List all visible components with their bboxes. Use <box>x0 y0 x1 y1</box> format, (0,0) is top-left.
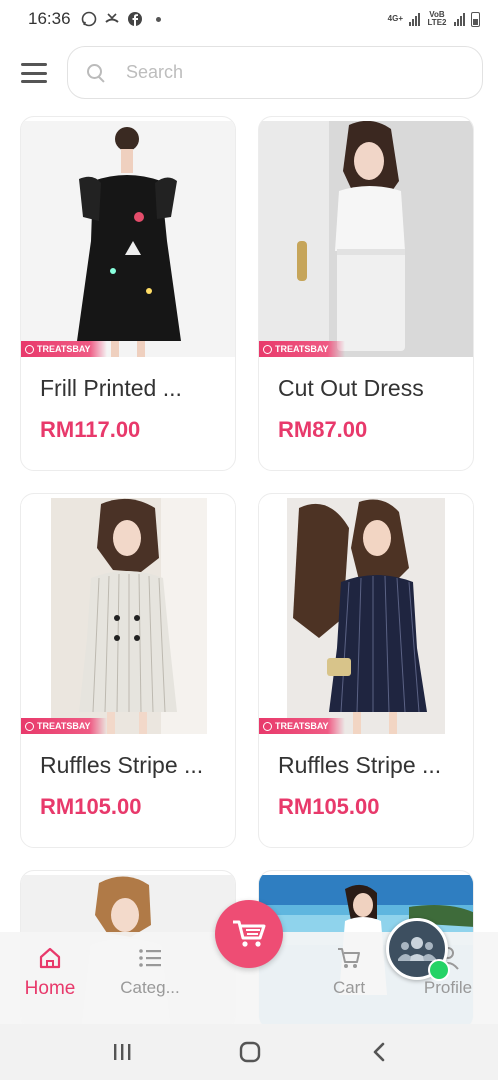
product-card[interactable]: TREATSBAY Frill Printed ... RM117.00 <box>20 116 236 471</box>
product-card[interactable]: TREATSBAY Cut Out Dress RM87.00 <box>258 116 474 471</box>
product-price: RM105.00 <box>278 794 380 819</box>
nav-cart-label: Cart <box>332 978 366 997</box>
group-icon <box>398 937 436 961</box>
network-lte-label: VoB LTE2 <box>427 10 447 27</box>
cart-fab-button[interactable] <box>215 900 283 968</box>
search-icon <box>86 63 106 83</box>
home-button-icon[interactable] <box>236 1038 264 1066</box>
product-card[interactable]: TREATSBAY Ruffles Stripe ... RM105.00 <box>20 493 236 848</box>
brand-badge: TREATSBAY <box>259 718 345 734</box>
nav-home-label: Home <box>24 978 76 999</box>
recent-apps-icon[interactable] <box>108 1038 136 1066</box>
chat-bubble-button[interactable] <box>386 918 450 981</box>
cart-icon <box>233 920 266 947</box>
product-image: TREATSBAY <box>21 498 235 734</box>
status-time: 16:36 <box>28 9 71 28</box>
product-image: TREATSBAY <box>21 121 235 357</box>
product-grid: TREATSBAY Frill Printed ... RM117.00 TRE… <box>20 116 474 1030</box>
product-name: Frill Printed ... <box>40 375 182 401</box>
product-image: TREATSBAY <box>259 498 473 734</box>
product-name: Ruffles Stripe ... <box>278 752 442 778</box>
nav-profile-label: Profile <box>423 978 473 997</box>
brand-badge: TREATSBAY <box>21 341 107 357</box>
product-price: RM87.00 <box>278 417 368 442</box>
home-icon <box>36 944 64 972</box>
facebook-icon <box>127 11 144 28</box>
brand-badge: TREATSBAY <box>259 341 345 357</box>
status-left: 16:36 <box>28 9 161 29</box>
product-price: RM105.00 <box>40 794 142 819</box>
product-image: TREATSBAY <box>259 121 473 357</box>
system-nav-bar <box>0 1024 498 1080</box>
back-icon[interactable] <box>366 1038 394 1066</box>
product-price: RM117.00 <box>40 417 141 442</box>
whatsapp-icon <box>81 11 98 28</box>
list-icon <box>136 944 164 972</box>
nav-categories-label: Categ... <box>120 978 180 997</box>
cart-icon <box>335 944 363 972</box>
nav-home[interactable]: Home <box>20 932 80 1024</box>
nav-categories[interactable]: Categ... <box>112 932 188 1024</box>
battery-icon <box>471 11 480 27</box>
network-4g-label: 4G+ <box>387 14 403 23</box>
status-bar: 16:36 4G+ VoB LTE2 <box>0 0 498 38</box>
status-right: 4G+ VoB LTE2 <box>388 11 480 27</box>
notification-dot <box>155 16 161 22</box>
product-name: Cut Out Dress <box>278 375 424 401</box>
nav-cart[interactable]: Cart <box>326 932 372 1024</box>
search-input[interactable] <box>126 62 466 83</box>
signal-icon <box>409 12 420 26</box>
product-card[interactable]: TREATSBAY Ruffles Stripe ... RM105.00 <box>258 493 474 848</box>
whatsapp-icon <box>428 959 450 981</box>
signal-icon-2 <box>454 12 465 26</box>
search-bar[interactable] <box>67 46 483 99</box>
brand-badge: TREATSBAY <box>21 718 107 734</box>
missed-call-icon <box>104 11 121 28</box>
product-name: Ruffles Stripe ... <box>40 752 204 778</box>
menu-icon[interactable] <box>21 63 47 83</box>
